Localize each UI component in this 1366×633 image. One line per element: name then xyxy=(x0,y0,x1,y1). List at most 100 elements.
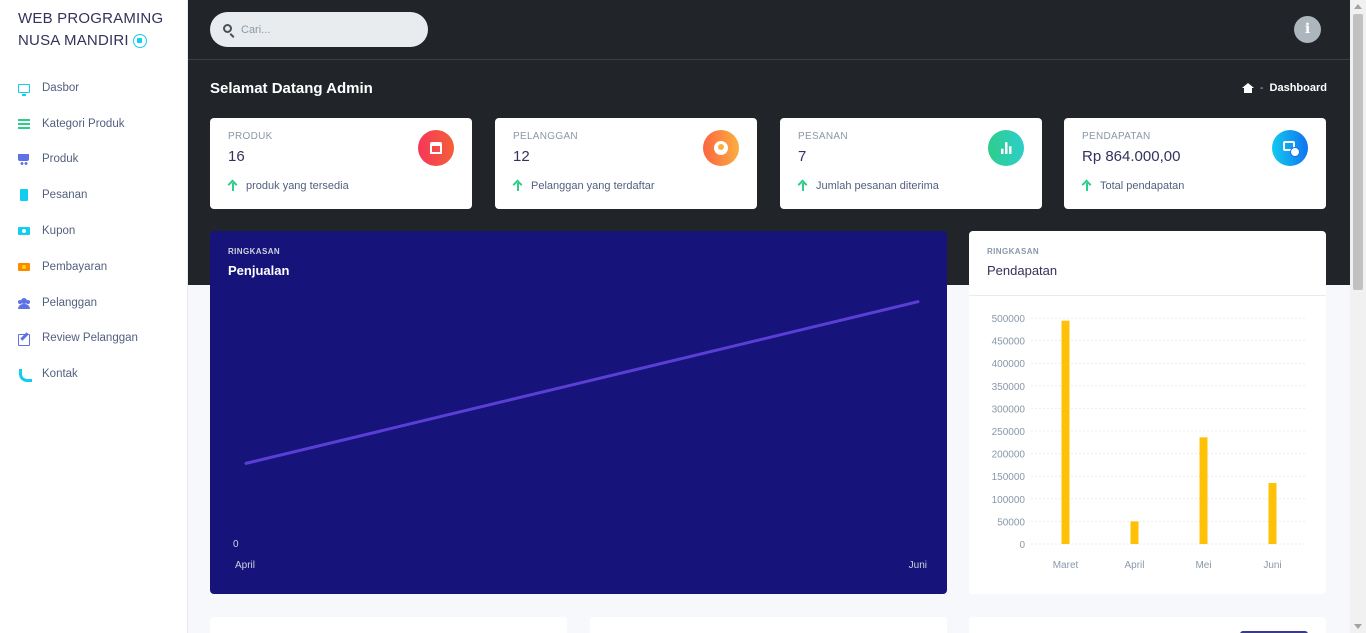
topbar: i xyxy=(188,0,1350,60)
sales-chart: 0 April Juni xyxy=(233,300,927,571)
breadcrumb-current[interactable]: Dashboard xyxy=(1270,82,1327,94)
brand-logo-icon xyxy=(132,34,147,49)
sidebar-item-label: Pesanan xyxy=(42,189,88,202)
x-tick-label: Juni xyxy=(1263,560,1281,571)
scrollbar-thumb[interactable] xyxy=(1353,14,1363,290)
bar-mei xyxy=(1199,437,1208,544)
list-icon xyxy=(18,118,30,130)
stat-value: 7 xyxy=(798,148,807,165)
stat-note: produk yang tersedia xyxy=(246,180,349,192)
stat-card-pelanggan: PELANGGAN 12 Pelanggan yang terdaftar xyxy=(495,118,757,209)
x-tick-label: Mei xyxy=(1195,560,1211,571)
money-stack-icon xyxy=(1272,130,1308,166)
breadcrumb-separator: - xyxy=(1259,82,1264,94)
stat-label: PENDAPATAN xyxy=(1082,131,1151,142)
cart-icon xyxy=(18,153,30,166)
page-title: Selamat Datang Admin xyxy=(210,80,373,97)
y-tick-label: 450000 xyxy=(992,337,1026,348)
sidebar-item-pesanan[interactable]: Pesanan xyxy=(0,177,188,213)
y-tick-label: 0 xyxy=(233,539,239,550)
sidebar-item-label: Kategori Produk xyxy=(42,117,125,130)
sidebar-item-label: Kontak xyxy=(42,368,78,381)
arrow-up-icon xyxy=(798,181,807,191)
y-tick-label: 250000 xyxy=(992,427,1026,438)
user-icon xyxy=(703,130,739,166)
sidebar-item-label: Produk xyxy=(42,153,79,166)
monitor-icon xyxy=(18,83,30,96)
sidebar-item-dasbor[interactable]: Dasbor xyxy=(0,70,188,106)
sidebar-item-label: Kupon xyxy=(42,225,76,238)
bar-chart-icon xyxy=(988,130,1024,166)
sidebar-item-kupon[interactable]: Kupon xyxy=(0,213,188,249)
payment-icon xyxy=(18,261,30,273)
document-icon xyxy=(18,189,30,202)
phone-icon xyxy=(18,368,32,383)
stat-footer: Pelanggan yang terdaftar xyxy=(513,180,655,192)
brand[interactable]: WEB PROGRAMING NUSA MANDIRI xyxy=(18,8,178,52)
stat-footer: Jumlah pesanan diterima xyxy=(798,180,939,192)
sidebar-item-label: Pembayaran xyxy=(42,260,108,273)
info-icon[interactable]: i xyxy=(1294,16,1321,43)
bar-april xyxy=(1130,521,1139,544)
y-tick-label: 300000 xyxy=(992,404,1026,415)
x-tick-label: Juni xyxy=(909,560,927,571)
edit-icon xyxy=(18,332,30,347)
scroll-down-icon[interactable] xyxy=(1354,624,1362,629)
store-icon xyxy=(418,130,454,166)
sidebar-item-label: Pelanggan xyxy=(42,296,97,309)
y-tick-label: 50000 xyxy=(997,517,1025,528)
bar-juni xyxy=(1268,482,1277,544)
arrow-up-icon xyxy=(1082,181,1091,191)
stat-label: PRODUK xyxy=(228,131,273,142)
sidebar-item-label: Review Pelanggan xyxy=(42,332,138,345)
x-tick-label: April xyxy=(235,560,255,571)
bottom-card-1 xyxy=(210,617,567,633)
sidebar-item-label: Dasbor xyxy=(42,81,80,94)
money-icon xyxy=(18,225,30,237)
sidebar-item-review-pelanggan[interactable]: Review Pelanggan xyxy=(0,321,188,357)
bottom-card-2 xyxy=(590,617,947,633)
y-tick-label: 100000 xyxy=(992,495,1026,506)
card-title: Penjualan xyxy=(228,263,290,278)
scroll-up-icon[interactable] xyxy=(1354,4,1362,9)
brand-line-2: NUSA MANDIRI xyxy=(18,32,129,49)
stat-note: Jumlah pesanan diterima xyxy=(816,180,939,192)
card-subtitle: RINGKASAN xyxy=(228,247,281,256)
sales-chart-card: 0 April Juni RINGKASAN Penjualan xyxy=(210,231,947,594)
x-tick-label: Maret xyxy=(1053,560,1079,571)
y-tick-label: 350000 xyxy=(992,382,1026,393)
home-icon[interactable] xyxy=(1241,83,1254,93)
search-icon xyxy=(223,24,232,33)
stat-card-produk: PRODUK 16 produk yang tersedia xyxy=(210,118,472,209)
stat-value: 16 xyxy=(228,148,245,165)
stat-card-pesanan: PESANAN 7 Jumlah pesanan diterima xyxy=(780,118,1042,209)
x-tick-label: April xyxy=(1124,560,1144,571)
sidebar-item-produk[interactable]: Produk xyxy=(0,142,188,178)
y-tick-label: 500000 xyxy=(992,314,1026,325)
scrollbar[interactable] xyxy=(1350,0,1366,633)
sidebar: WEB PROGRAMING NUSA MANDIRI Dasbor Kateg… xyxy=(0,0,188,633)
stat-card-pendapatan: PENDAPATAN Rp 864.000,00 Total pendapata… xyxy=(1064,118,1326,209)
brand-line-1: WEB PROGRAMING xyxy=(18,10,164,27)
stat-label: PESANAN xyxy=(798,131,848,142)
y-tick-label: 150000 xyxy=(992,472,1026,483)
arrow-up-icon xyxy=(513,181,522,191)
y-tick-label: 0 xyxy=(1019,540,1025,551)
stat-note: Pelanggan yang terdaftar xyxy=(531,180,655,192)
sidebar-item-pelanggan[interactable]: Pelanggan xyxy=(0,285,188,321)
sidebar-nav: Dasbor Kategori Produk Produk Pesanan Ku… xyxy=(0,70,188,392)
sidebar-item-kategori-produk[interactable]: Kategori Produk xyxy=(0,106,188,142)
y-tick-label: 200000 xyxy=(992,450,1026,461)
stat-footer: Total pendapatan xyxy=(1082,180,1184,192)
sidebar-item-kontak[interactable]: Kontak xyxy=(0,356,188,392)
revenue-chart: 0 50000 100000 150000 200000 250000 300000 3500… xyxy=(992,314,1307,571)
stat-footer: produk yang tersedia xyxy=(228,180,349,192)
stat-value: Rp 864.000,00 xyxy=(1082,148,1181,165)
sidebar-item-pembayaran[interactable]: Pembayaran xyxy=(0,249,188,285)
stat-value: 12 xyxy=(513,148,530,165)
y-tick-label: 400000 xyxy=(992,359,1026,370)
stat-note: Total pendapatan xyxy=(1100,180,1185,192)
sales-series-line xyxy=(244,300,920,465)
search-input[interactable] xyxy=(241,21,421,38)
search-box[interactable] xyxy=(210,12,428,47)
